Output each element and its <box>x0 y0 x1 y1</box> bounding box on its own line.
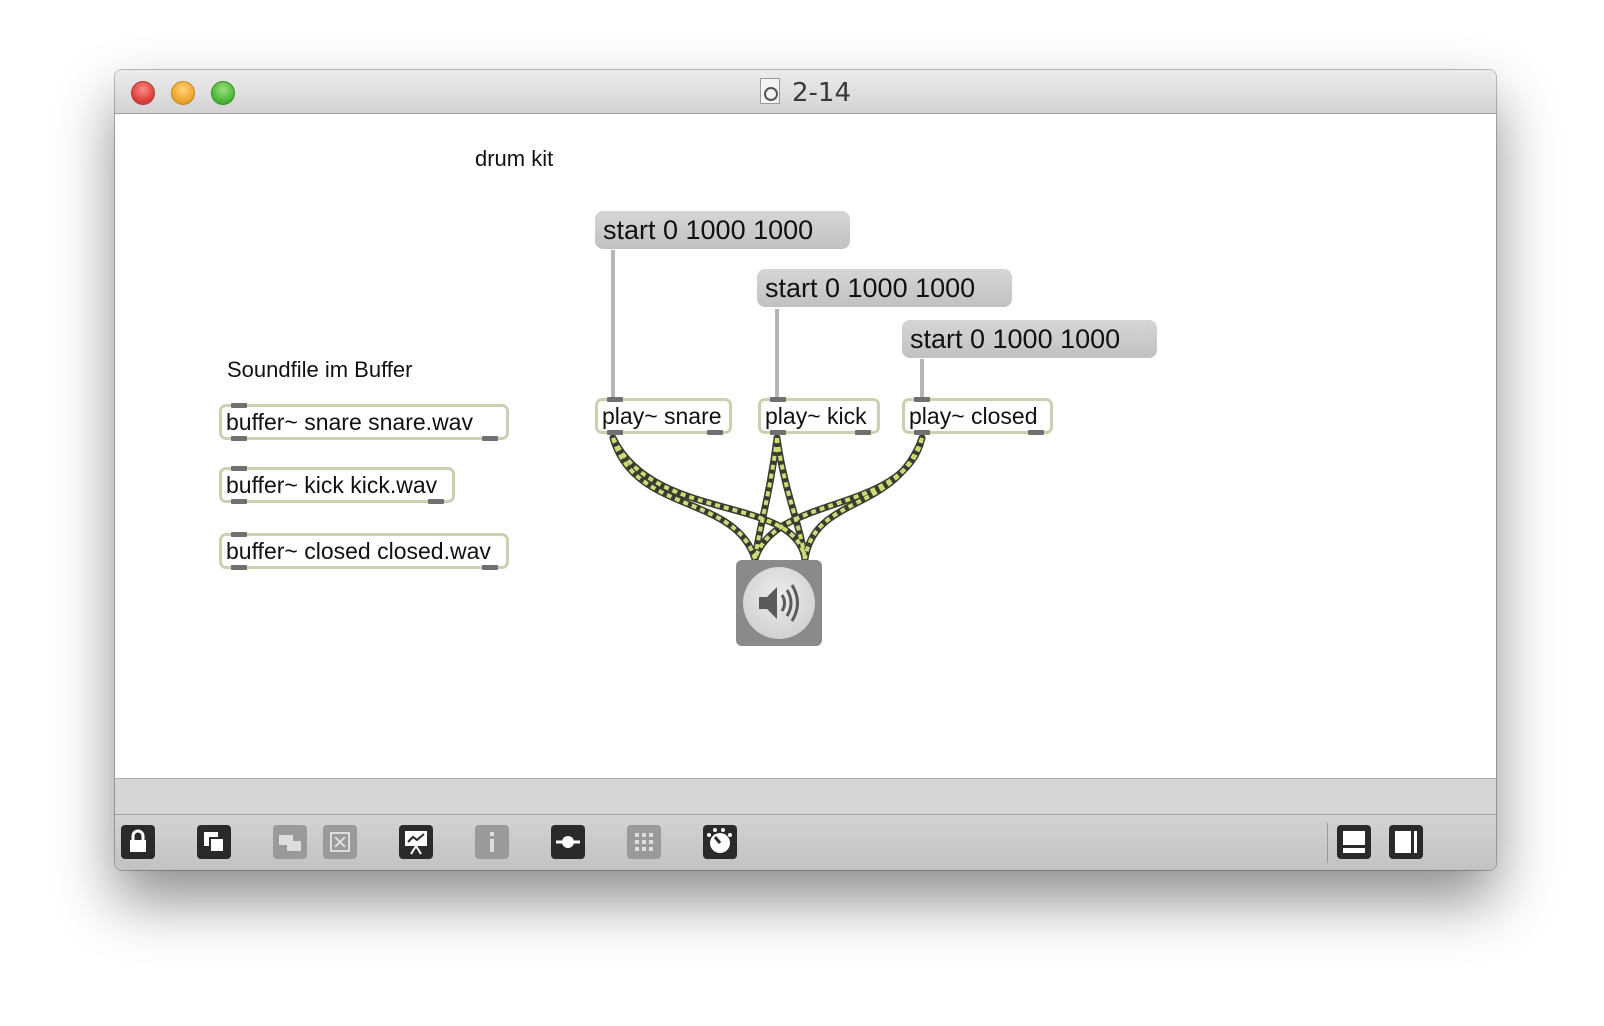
message-start-closed[interactable]: start 0 1000 1000 <box>902 320 1157 358</box>
bottom-pane-icon[interactable] <box>1337 825 1371 859</box>
document-icon <box>759 78 780 104</box>
object-play-closed[interactable]: play~ closed <box>902 397 1053 435</box>
toolbar-separator <box>1327 823 1328 863</box>
patcher-toolbar <box>115 814 1496 870</box>
dsp-icon[interactable] <box>703 825 737 859</box>
inlet[interactable] <box>770 397 786 402</box>
message-start-kick[interactable]: start 0 1000 1000 <box>757 269 1012 307</box>
object-label: buffer~ snare snare.wav <box>226 409 473 435</box>
outlet[interactable] <box>1028 430 1044 435</box>
outlet[interactable] <box>482 436 498 441</box>
object-palette-icon[interactable] <box>551 825 585 859</box>
object-label: buffer~ kick kick.wav <box>226 472 438 498</box>
lock-icon[interactable] <box>121 825 155 859</box>
title-bar[interactable]: 2-14 <box>115 70 1496 114</box>
outlet[interactable] <box>231 499 247 504</box>
window-title: 2-14 <box>791 78 851 108</box>
speaker-icon <box>759 584 799 622</box>
inlet[interactable] <box>231 466 247 471</box>
outlet[interactable] <box>770 430 786 435</box>
inspector-icon[interactable] <box>475 825 509 859</box>
dac-circle <box>743 567 815 639</box>
outlet[interactable] <box>607 430 623 435</box>
outlet[interactable] <box>231 436 247 441</box>
object-label: buffer~ closed closed.wav <box>226 538 491 564</box>
comment-soundfile: Soundfile im Buffer <box>227 357 413 382</box>
object-play-snare[interactable]: play~ snare <box>595 397 732 435</box>
outlet[interactable] <box>914 430 930 435</box>
new-view-icon[interactable] <box>197 825 231 859</box>
outlet[interactable] <box>482 565 498 570</box>
object-buffer-kick[interactable]: buffer~ kick kick.wav <box>219 466 455 504</box>
inlet[interactable] <box>914 397 930 402</box>
window-title-group: 2-14 <box>115 78 1496 108</box>
object-label: play~ closed <box>909 403 1038 429</box>
status-strip <box>115 778 1496 815</box>
ezdac-button[interactable] <box>736 560 822 646</box>
object-play-kick[interactable]: play~ kick <box>758 397 880 435</box>
clear-icon[interactable] <box>323 825 357 859</box>
patcher-canvas[interactable]: drum kit Soundfile im Buffer start 0 100… <box>115 114 1496 777</box>
paste-replace-icon[interactable] <box>273 825 307 859</box>
object-label: play~ snare <box>602 403 722 429</box>
comment-drum-kit: drum kit <box>475 146 554 171</box>
outlet[interactable] <box>231 565 247 570</box>
inlet[interactable] <box>607 397 623 402</box>
patcher-window: 2-14 drum kit Soundfile im Buffer start … <box>115 70 1496 870</box>
outlet[interactable] <box>855 430 871 435</box>
message-start-snare[interactable]: start 0 1000 1000 <box>595 211 850 249</box>
inlet[interactable] <box>231 403 247 408</box>
presentation-icon[interactable] <box>399 825 433 859</box>
outlet[interactable] <box>707 430 723 435</box>
grid-icon[interactable] <box>627 825 661 859</box>
object-buffer-closed[interactable]: buffer~ closed closed.wav <box>219 532 509 570</box>
inlet[interactable] <box>231 532 247 537</box>
object-label: play~ kick <box>765 403 867 429</box>
object-buffer-snare[interactable]: buffer~ snare snare.wav <box>219 403 509 441</box>
right-pane-icon[interactable] <box>1389 825 1423 859</box>
outlet[interactable] <box>428 499 444 504</box>
